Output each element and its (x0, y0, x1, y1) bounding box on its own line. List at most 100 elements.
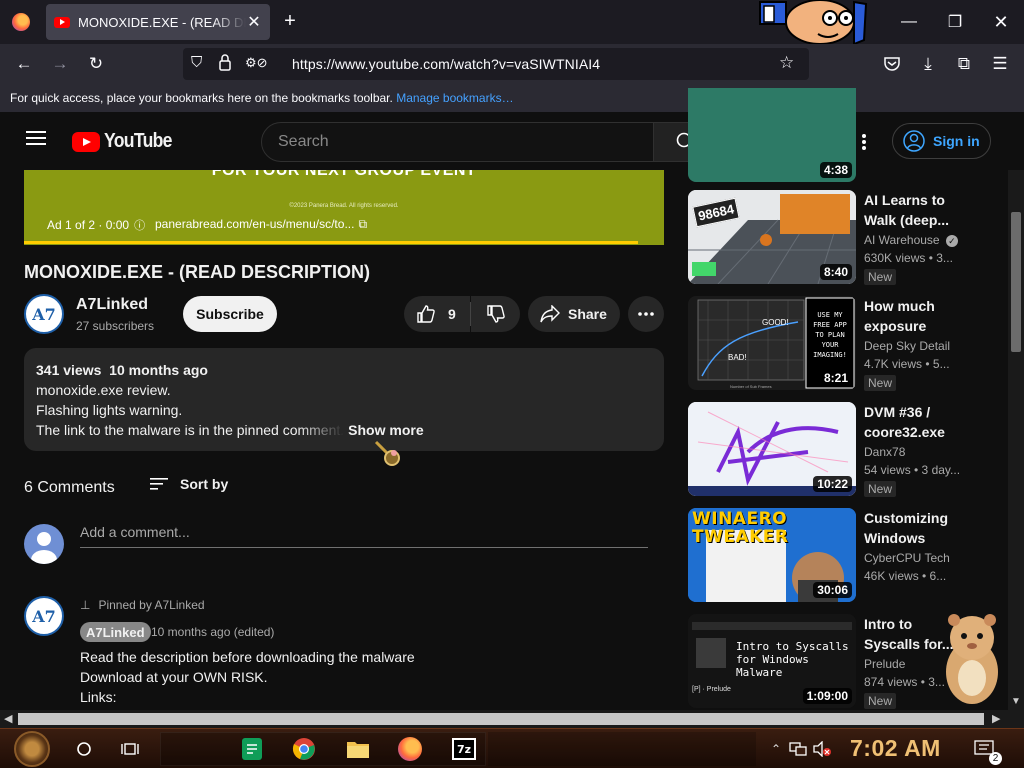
thumb-axis-label: Number of Sub Frames (730, 384, 772, 389)
video-player-ad[interactable]: FOR YOUR NEXT GROUP EVENT ©2023 Panera B… (24, 170, 664, 245)
video-thumbnail[interactable]: 10:22 (688, 402, 856, 496)
bookmarks-toolbar: For quick access, place your bookmarks h… (0, 84, 1024, 112)
browser-nav-bar: ← → ↻ ⛉ ⚙⊘ https://www.youtube.com/watch… (0, 44, 1024, 84)
minimize-window-button[interactable]: — (886, 0, 932, 44)
bookmark-star-icon[interactable]: ☆ (779, 53, 794, 73)
user-avatar (24, 524, 64, 564)
video-title[interactable]: How much exposure time... (864, 296, 968, 336)
video-meta: 46K views • 6... (864, 569, 947, 583)
dislike-button[interactable] (471, 296, 520, 332)
horizontal-scrollbar[interactable]: ◀ ▶ (0, 710, 1008, 728)
comment-line: Download at your OWN RISK. (80, 669, 268, 685)
pocket-icon[interactable] (880, 52, 904, 76)
scroll-left-arrow-icon[interactable]: ◀ (4, 712, 12, 725)
firefox-icon[interactable] (12, 13, 30, 31)
lock-icon[interactable] (219, 53, 231, 73)
scroll-thumb[interactable] (1011, 212, 1021, 352)
info-icon[interactable]: ⓘ (134, 217, 145, 233)
more-actions-button[interactable] (628, 296, 664, 332)
comment-time[interactable]: 10 months ago (edited) (151, 625, 274, 639)
subscribe-button[interactable]: Subscribe (183, 296, 277, 332)
menu-hamburger-icon[interactable]: ☰ (988, 52, 1012, 76)
tab-youtube[interactable]: MONOXIDE.EXE - (READ DESCRIPTION) - YouT… (46, 4, 270, 40)
external-link-icon: ⧉ (358, 217, 368, 231)
close-window-button[interactable]: ✕ (978, 0, 1024, 44)
taskbar-blank-panel (488, 732, 756, 766)
extensions-icon[interactable]: ⧉ (952, 52, 976, 76)
file-explorer-icon[interactable] (344, 735, 372, 763)
back-arrow-icon[interactable]: ← (12, 52, 36, 76)
recommended-video[interactable]: WINAERO TWEAKER 30:06 Customizing Window… (688, 508, 988, 604)
scroll-right-arrow-icon[interactable]: ▶ (992, 712, 1000, 725)
description-box[interactable]: 341 views 10 months ago monoxide.exe rev… (24, 348, 664, 451)
start-button-icon[interactable] (14, 731, 50, 767)
recommended-video[interactable]: 4:38 (688, 88, 988, 182)
downloads-icon[interactable]: ⤓ (916, 52, 940, 76)
search-input[interactable]: Search (261, 122, 654, 162)
video-channel[interactable]: Prelude (864, 657, 905, 671)
channel-name[interactable]: A7Linked (76, 296, 148, 314)
video-channel[interactable]: CyberCPU Tech (864, 551, 950, 565)
channel-avatar[interactable]: A7 (24, 294, 64, 334)
cortana-search-icon[interactable] (70, 735, 98, 763)
forward-arrow-icon[interactable]: → (48, 52, 72, 76)
sheets-app-icon[interactable] (238, 735, 266, 763)
video-thumbnail[interactable]: WINAERO TWEAKER 30:06 (688, 508, 856, 602)
recommended-video[interactable]: 98684 8:40 AI Learns to Walk (deep... AI… (688, 190, 988, 286)
ad-link[interactable]: panerabread.com/en-us/menu/sc/to... ⧉ (155, 217, 367, 232)
recommended-video[interactable]: GOOD! BAD! Number of Sub Frames USE MY F… (688, 296, 988, 392)
share-label: Share (568, 306, 607, 322)
shield-icon[interactable]: ⛉ (191, 54, 202, 71)
task-view-icon[interactable] (116, 735, 144, 763)
volume-muted-icon[interactable] (808, 735, 836, 763)
scroll-thumb[interactable] (18, 713, 984, 725)
comment-author-chip[interactable]: A7Linked (80, 622, 151, 642)
like-button[interactable]: 9 (404, 296, 470, 332)
guide-menu-icon[interactable] (26, 130, 46, 146)
video-thumbnail[interactable]: 4:38 (688, 88, 856, 182)
7zip-app-icon[interactable]: 7z (450, 735, 478, 763)
sort-icon (150, 478, 168, 490)
show-more-button[interactable]: Show more (348, 420, 423, 440)
subscribe-label: Subscribe (196, 306, 264, 322)
video-duration: 30:06 (813, 582, 852, 598)
clock-time[interactable]: 7:02 AM (850, 735, 941, 762)
reload-icon[interactable]: ↻ (84, 52, 108, 76)
video-thumbnail[interactable]: Intro to Syscalls for Windows Malware [P… (688, 614, 856, 708)
video-channel[interactable]: AI Warehouse ✓ (864, 233, 958, 247)
ad-progress-bar[interactable] (24, 241, 639, 244)
video-thumbnail[interactable]: 98684 8:40 (688, 190, 856, 284)
comment-line: Read the description before downloading … (80, 649, 415, 665)
url-bar[interactable]: ⛉ ⚙⊘ https://www.youtube.com/watch?v=vaS… (183, 48, 809, 80)
restore-window-button[interactable]: ❐ (932, 0, 978, 44)
vertical-scrollbar[interactable]: ▼ (1008, 170, 1024, 710)
verified-check-icon: ✓ (945, 235, 958, 247)
video-channel[interactable]: Danx78 (864, 445, 905, 459)
video-title[interactable]: DVM #36 / coore32.exe b... (864, 402, 968, 442)
video-title[interactable]: Customizing Windows with... (864, 508, 968, 548)
settings-more-icon[interactable] (858, 130, 870, 154)
scroll-down-arrow-icon[interactable]: ▼ (1011, 696, 1021, 707)
firefox-app-icon[interactable] (396, 735, 424, 763)
sort-by-button[interactable]: Sort by (150, 476, 228, 492)
new-tab-button[interactable]: + (280, 10, 300, 33)
sign-in-button[interactable]: Sign in (892, 123, 991, 159)
tab-close-icon[interactable]: ✕ (246, 12, 262, 32)
notifications-icon[interactable]: 2 (970, 735, 1002, 765)
comment-avatar[interactable]: A7 (24, 596, 64, 636)
taskbar-apps-panel (160, 732, 486, 766)
description-stats: 341 views 10 months ago (36, 362, 208, 378)
video-channel[interactable]: Deep Sky Detail (864, 339, 950, 353)
manage-bookmarks-link[interactable]: Manage bookmarks… (396, 91, 513, 105)
video-title[interactable]: AI Learns to Walk (deep... (864, 190, 968, 230)
add-comment-input[interactable]: Add a comment... (80, 524, 648, 548)
new-badge: New (864, 375, 897, 391)
chrome-app-icon[interactable] (290, 735, 318, 763)
share-button[interactable]: Share (528, 296, 620, 332)
video-thumbnail[interactable]: GOOD! BAD! Number of Sub Frames USE MY F… (688, 296, 856, 390)
youtube-logo[interactable]: YouTube (72, 130, 181, 153)
ad-tagline: FOR YOUR NEXT GROUP EVENT (211, 170, 477, 179)
permissions-icon[interactable]: ⚙⊘ (245, 55, 268, 71)
recommended-video[interactable]: 10:22 DVM #36 / coore32.exe b... Danx78 … (688, 402, 988, 498)
url-text[interactable]: https://www.youtube.com/watch?v=vaSIWTNI… (292, 56, 600, 72)
